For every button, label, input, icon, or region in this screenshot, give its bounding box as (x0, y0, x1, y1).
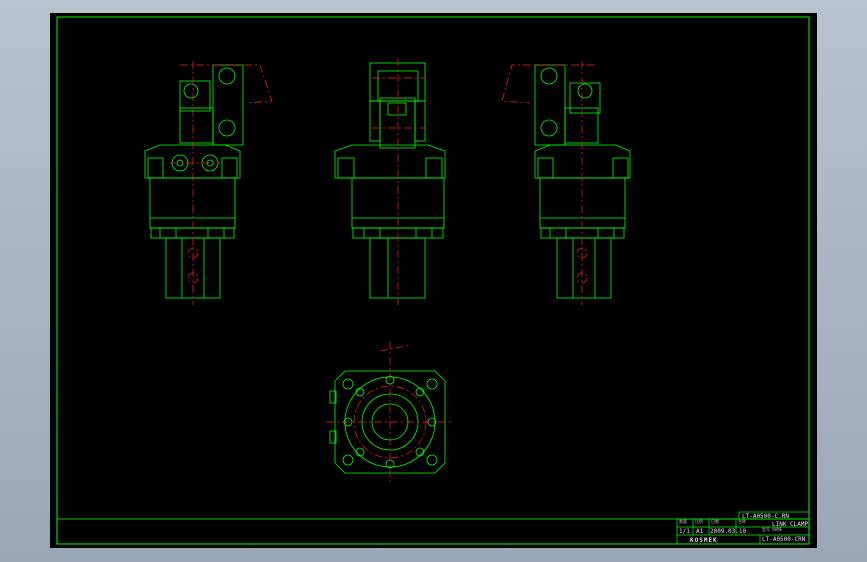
side-view-middle (334, 62, 446, 299)
cad-viewer: LT-A0500-C.RN 数量 比例 日期 名称 1/1 A1 2009.03… (0, 0, 867, 562)
title-part-number-top: LT-A0500-C.RN (742, 513, 789, 520)
title-header-qty: 数量 (679, 518, 687, 524)
drawing-sheet: LT-A0500-C.RN 数量 比例 日期 名称 1/1 A1 2009.03… (50, 13, 817, 548)
title-header-date: 日期 (711, 518, 719, 524)
title-date: 2009.03.10 (710, 528, 747, 535)
title-scale: A1 (696, 528, 704, 535)
front-view-left-centerlines (170, 61, 273, 305)
front-view-left (144, 64, 244, 299)
front-view-right-centerlines (501, 61, 595, 305)
title-quantity: 1/1 (679, 528, 690, 535)
title-header-name: 名称 (738, 518, 746, 524)
title-header-scale: 比例 (695, 518, 703, 524)
top-view-centerlines (326, 341, 454, 483)
title-part-number: LT-A0500-CRN (762, 536, 806, 543)
front-view-right (534, 64, 631, 299)
drawing-canvas: LT-A0500-C.RN 数量 比例 日期 名称 1/1 A1 2009.03… (56, 16, 810, 545)
title-part-number-label: 型号 NAME (762, 526, 783, 532)
title-block-text: LT-A0500-C.RN 数量 比例 日期 名称 1/1 A1 2009.03… (679, 513, 809, 544)
title-company-logo: KOSMEK (690, 537, 718, 544)
